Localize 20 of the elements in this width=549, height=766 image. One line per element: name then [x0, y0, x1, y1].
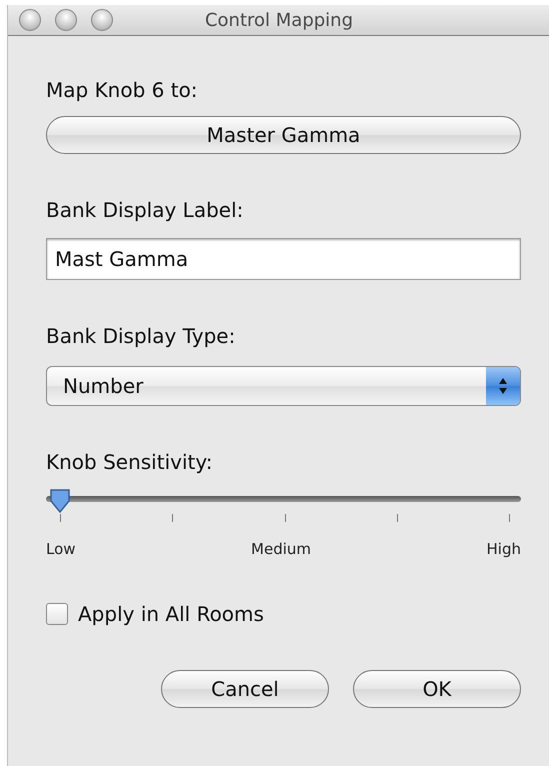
slider-thumb[interactable] [48, 488, 72, 514]
cancel-button[interactable]: Cancel [161, 670, 329, 708]
field-label: Knob Sensitivity: [46, 450, 212, 474]
tick-label: High [486, 540, 521, 558]
field-label: Bank Display Label: [46, 198, 244, 222]
close-button[interactable] [19, 9, 41, 31]
field-label: Map Knob 6 to: [46, 78, 199, 102]
zoom-button[interactable] [91, 9, 113, 31]
field-label: Bank Display Type: [46, 324, 236, 348]
display-type-select[interactable]: Number [46, 366, 521, 406]
stepper-arrows-icon [498, 377, 508, 395]
ok-button[interactable]: OK [353, 670, 521, 708]
label-input-field[interactable]: Mast Gamma [46, 238, 521, 280]
checkbox-label: Apply in All Rooms [78, 602, 264, 626]
mapping-button[interactable]: Master Gamma [46, 116, 521, 154]
window-title: Control Mapping [204, 10, 354, 30]
checkbox[interactable] [46, 603, 68, 625]
tick-label: Medium [251, 540, 312, 558]
tick-label: Low [46, 540, 76, 558]
minimize-button[interactable] [55, 9, 77, 31]
